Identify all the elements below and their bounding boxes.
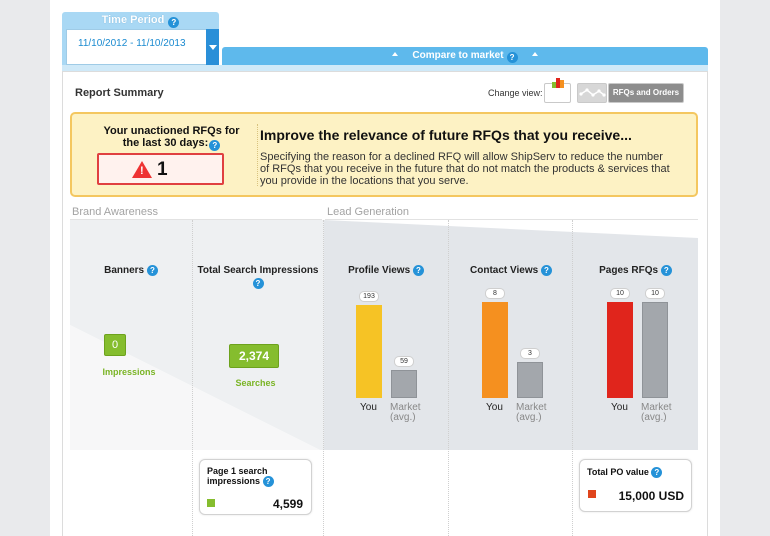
- pages-rfqs-title: Pages RFQs: [599, 265, 659, 276]
- line-chart-view-button[interactable]: [577, 83, 607, 103]
- notice-headline: Improve the relevance of future RFQs tha…: [260, 127, 632, 143]
- collapse-arrow-icon: [531, 52, 538, 56]
- time-period-tab: Time Period? 11/10/2012 - 11/10/2013: [62, 12, 219, 65]
- brand-awareness-label: Brand Awareness: [72, 206, 159, 218]
- banners-unit: Impressions: [102, 367, 156, 377]
- pages-rfqs-market-label: Market (avg.): [641, 402, 672, 423]
- profile-views-you-bar: [356, 305, 382, 398]
- pages-rfqs-you-label: You: [611, 402, 628, 413]
- po-value-card: Total PO value ? 15,000 USD: [579, 459, 692, 512]
- contact-views-market-value: 3: [520, 348, 540, 359]
- help-icon[interactable]: ?: [651, 467, 663, 478]
- profile-views-market-label: Market (avg.): [390, 402, 421, 423]
- help-icon[interactable]: ?: [262, 476, 274, 487]
- help-icon[interactable]: ?: [252, 278, 264, 289]
- help-icon[interactable]: ?: [168, 17, 180, 28]
- compare-label: Compare to market: [412, 50, 504, 61]
- unactioned-rfq-count: 1: [157, 159, 168, 180]
- time-period-value: 11/10/2012 - 11/10/2013: [78, 38, 186, 49]
- page1-impressions-title: Page 1 search impressions: [207, 466, 268, 486]
- search-impressions-value: 2,374: [229, 344, 279, 368]
- collapse-arrow-icon: [392, 52, 399, 56]
- profile-views-you-value: 193: [359, 291, 379, 302]
- change-view-label: Change view:: [488, 88, 543, 98]
- bar-chart-view-button[interactable]: [544, 78, 571, 103]
- profile-views-title: Profile Views: [348, 265, 411, 276]
- warning-icon: !: [132, 161, 152, 178]
- contact-views-market-bar: [517, 362, 543, 398]
- contact-views-title: Contact Views: [470, 265, 539, 276]
- unactioned-rfq-notice: Your unactioned RFQs for the last 30 day…: [70, 112, 698, 197]
- line-chart-icon: [579, 88, 606, 97]
- time-period-title: Time Period: [101, 14, 165, 26]
- page1-impressions-card: Page 1 search impressions ? 4,599: [199, 459, 312, 515]
- report-summary-title: Report Summary: [75, 87, 164, 99]
- profile-views-market-bar: [391, 370, 417, 398]
- pages-rfqs-you-bar: [607, 302, 633, 398]
- rfqs-orders-view-button[interactable]: RFQs and Orders: [608, 83, 684, 103]
- profile-views-market-value: 59: [394, 356, 414, 367]
- notice-body: Specifying the reason for a declined RFQ…: [260, 151, 670, 187]
- help-icon[interactable]: ?: [660, 265, 672, 276]
- profile-views-you-label: You: [360, 402, 377, 413]
- time-period-select[interactable]: 11/10/2012 - 11/10/2013: [66, 29, 206, 65]
- help-icon[interactable]: ?: [540, 265, 552, 276]
- pages-rfqs-market-value: 10: [645, 288, 665, 299]
- help-icon[interactable]: ?: [209, 140, 221, 151]
- section-background: [70, 220, 698, 450]
- unactioned-rfq-count-button[interactable]: ! 1: [97, 153, 224, 185]
- help-icon[interactable]: ?: [146, 265, 158, 276]
- contact-views-market-label: Market (avg.): [516, 402, 547, 423]
- pages-rfqs-you-value: 10: [610, 288, 630, 299]
- contact-views-you-bar: [482, 302, 508, 398]
- help-icon[interactable]: ?: [506, 52, 518, 63]
- dropdown-arrow-icon[interactable]: [206, 29, 219, 65]
- contact-views-you-label: You: [486, 402, 503, 413]
- report-page: Time Period? 11/10/2012 - 11/10/2013 Com…: [50, 0, 720, 536]
- search-impressions-unit: Searches: [235, 378, 276, 388]
- search-impressions-title: Total Search Impressions: [197, 265, 319, 276]
- po-value: 15,000 USD: [618, 489, 684, 503]
- help-icon[interactable]: ?: [412, 265, 424, 276]
- lead-generation-label: Lead Generation: [327, 206, 409, 218]
- page1-impressions-value: 4,599: [272, 497, 303, 511]
- pages-rfqs-market-bar: [642, 302, 668, 398]
- banners-value: 0: [104, 334, 126, 356]
- banners-title: Banners: [104, 265, 145, 276]
- contact-views-you-value: 8: [485, 288, 505, 299]
- compare-to-market-bar[interactable]: Compare to market?: [222, 47, 708, 65]
- po-value-title: Total PO value: [587, 467, 649, 477]
